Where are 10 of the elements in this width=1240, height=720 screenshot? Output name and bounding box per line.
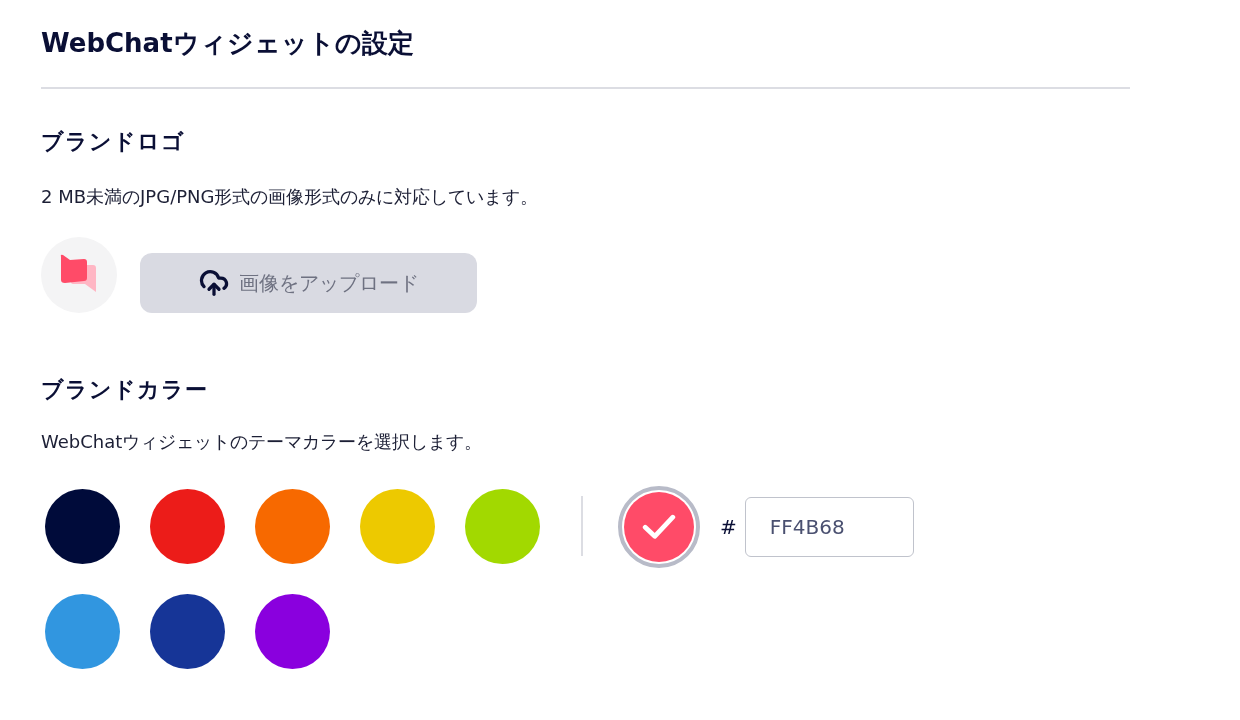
section-heading: ブランドロゴ [41, 128, 186, 156]
upload-image-button[interactable]: 画像をアップロード [140, 253, 477, 313]
cloud-upload-icon [198, 268, 229, 298]
hex-color-field[interactable]: FF4B68 [744, 496, 914, 557]
section-heading: ブランドカラー [41, 376, 209, 404]
section-description: 2 MB未満のJPG/PNG形式の画像形式のみに対応しています。 [41, 185, 540, 209]
check-icon [641, 513, 676, 540]
section-description: WebChatウィジェットのテーマカラーを選択します。 [41, 430, 484, 454]
page-title: WebChatウィジェットの設定 [41, 27, 415, 60]
hash-label: # [720, 514, 737, 539]
